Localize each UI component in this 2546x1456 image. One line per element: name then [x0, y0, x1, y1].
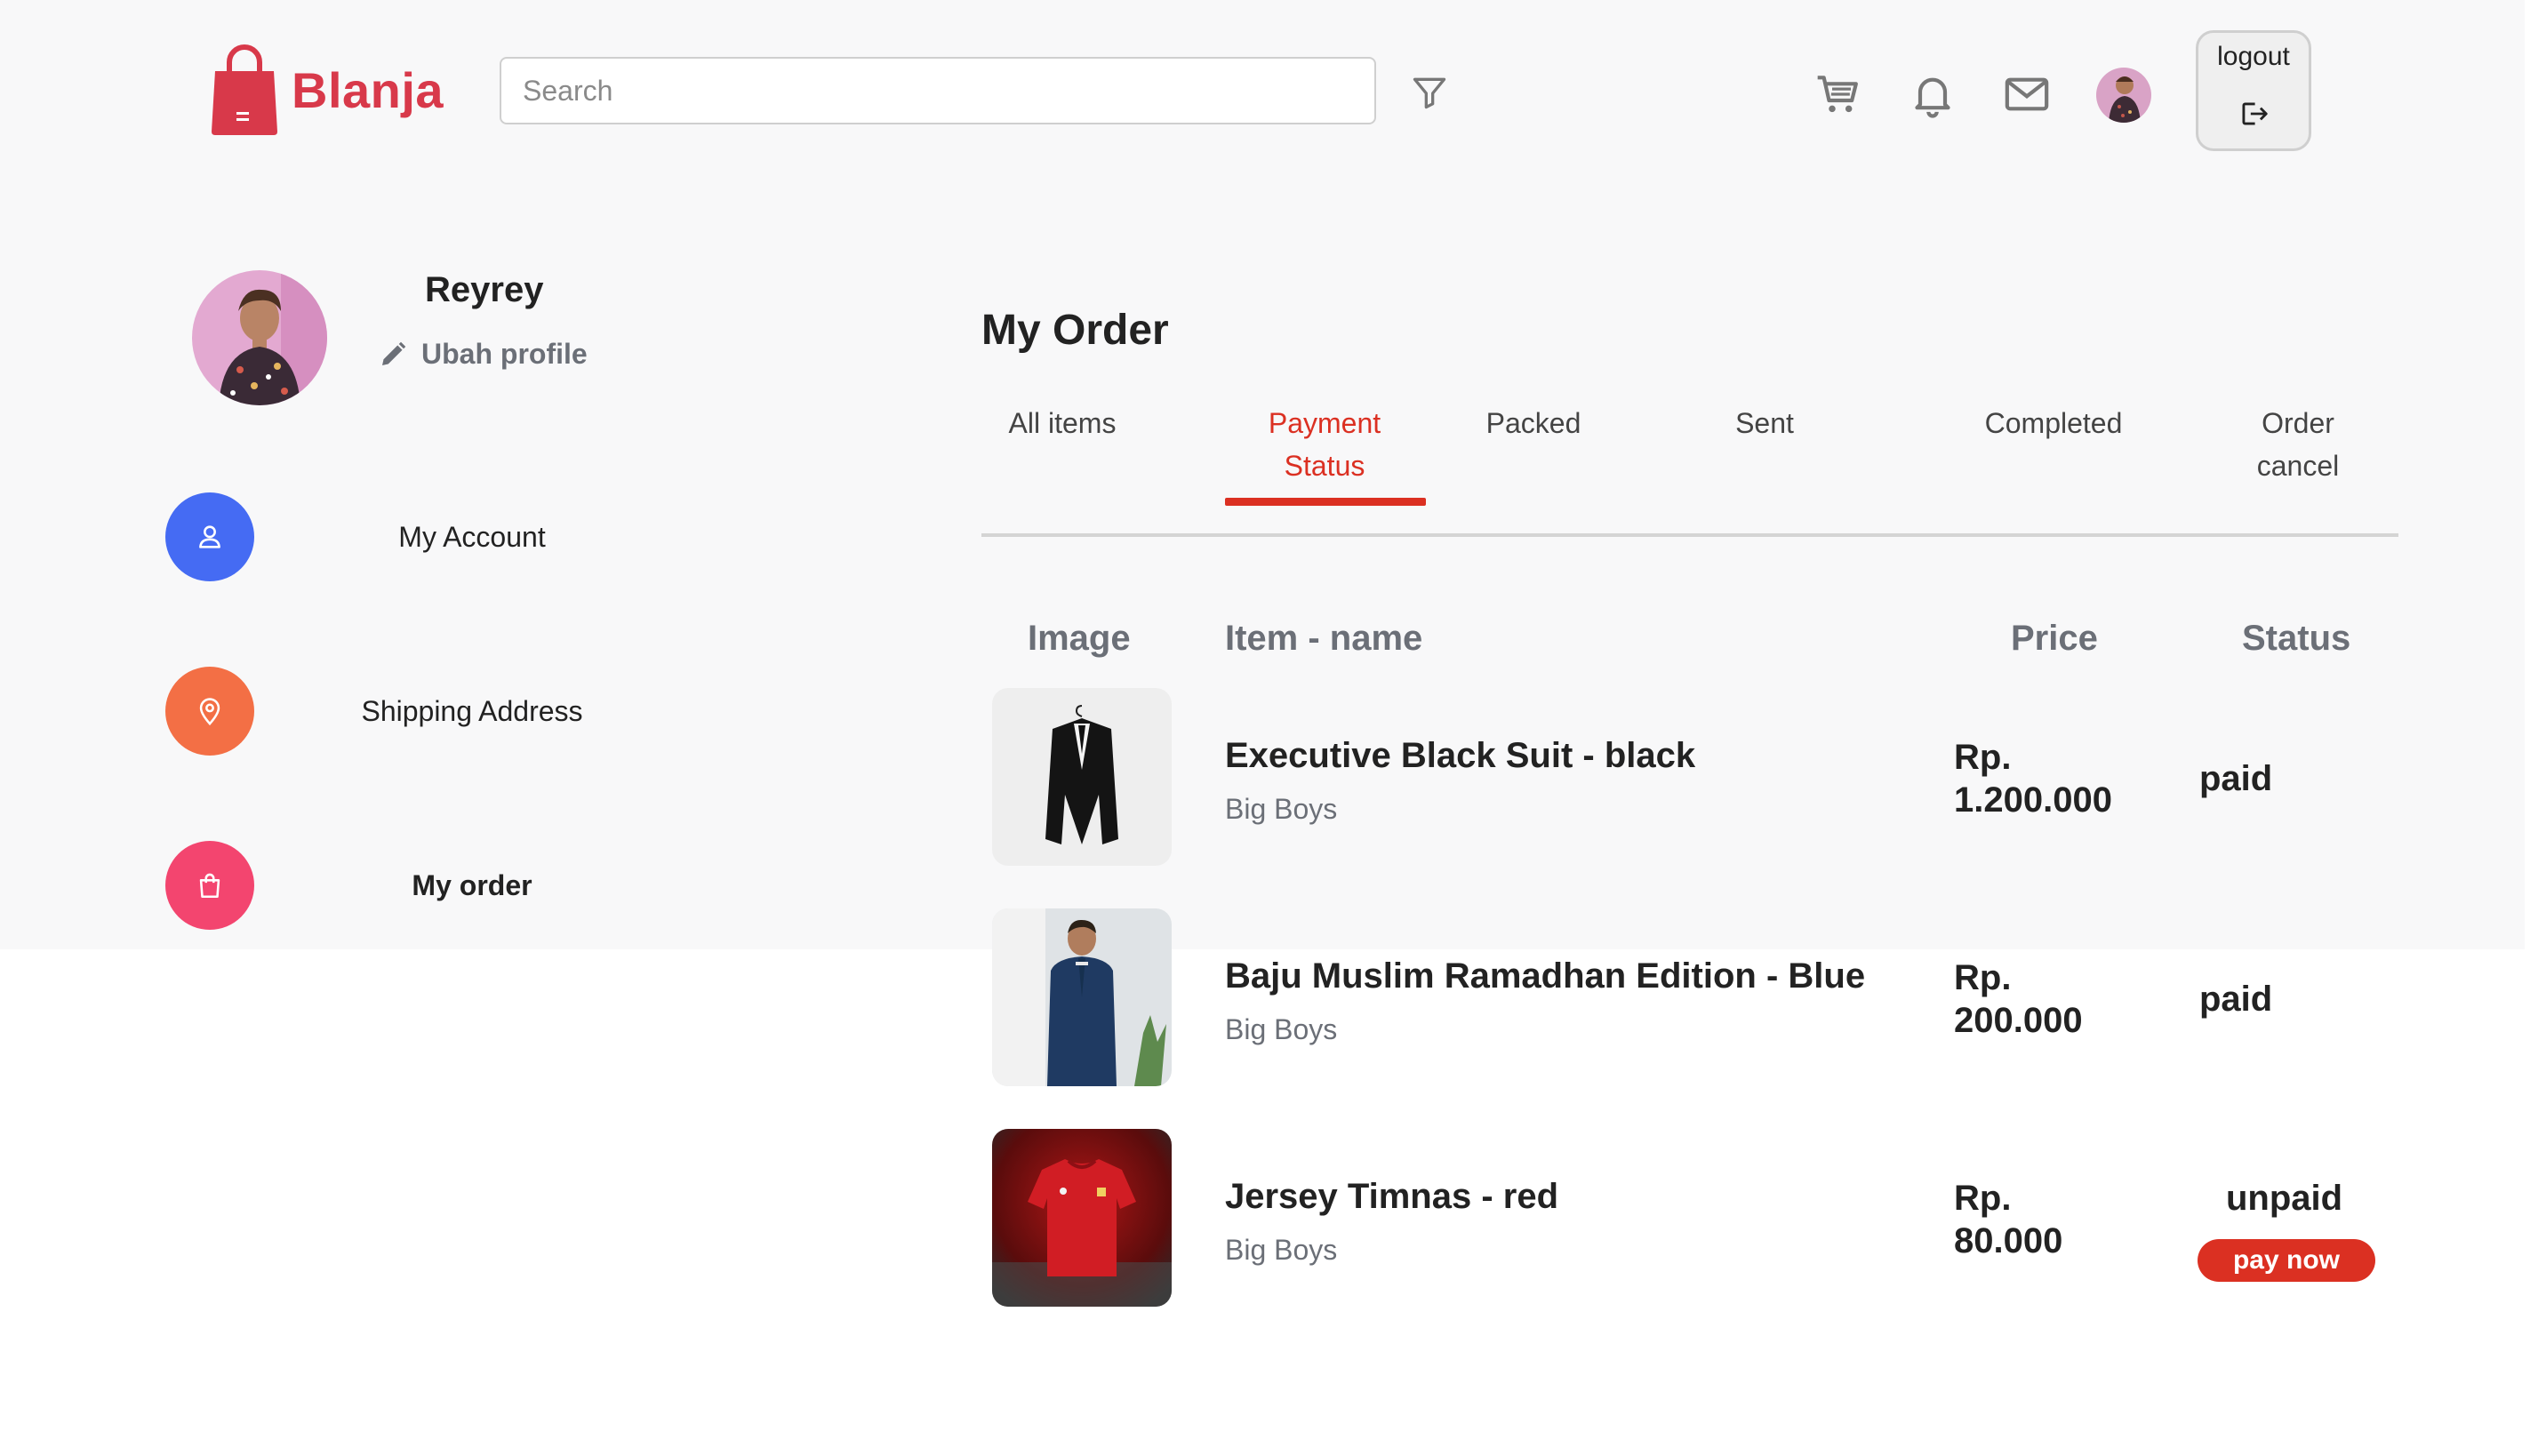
- order-item-price: Rp. 200.000: [1954, 958, 2083, 1040]
- order-item-price: Rp. 1.200.000: [1954, 738, 2112, 820]
- blue-muslim-shirt-photo[interactable]: [992, 908, 1172, 1086]
- active-tab-indicator: [1225, 498, 1426, 506]
- order-item-name[interactable]: Executive Black Suit - black: [1225, 736, 1695, 776]
- sidebar-item-label: My order: [412, 868, 532, 901]
- tab-order-cancel[interactable]: Order cancel: [2231, 402, 2365, 487]
- edit-profile-link[interactable]: Ubah profile: [377, 338, 588, 371]
- tab-sent[interactable]: Sent: [1707, 402, 1822, 444]
- order-row: Baju Muslim Ramadhan Edition - Blue Big …: [992, 908, 2397, 1086]
- logout-icon: [2242, 102, 2268, 125]
- sidebar-item-label: Shipping Address: [361, 694, 583, 727]
- column-header-image: Image: [1028, 619, 1131, 658]
- sidebar-item-my-account[interactable]: My Account: [165, 492, 645, 581]
- profile-avatar: [192, 270, 327, 405]
- column-header-item-name: Item - name: [1225, 619, 1423, 658]
- cart-icon[interactable]: [1813, 69, 1863, 119]
- column-header-status: Status: [2242, 619, 2351, 658]
- logout-button[interactable]: logout: [2196, 30, 2311, 151]
- order-status: unpaid: [2226, 1179, 2343, 1218]
- order-status: paid: [2199, 759, 2273, 798]
- column-header-price: Price: [2011, 619, 2098, 658]
- order-item-seller: Big Boys: [1225, 1013, 1338, 1045]
- order-row: Jersey Timnas - red Big Boys Rp. 80.000 …: [992, 1129, 2397, 1307]
- order-item-name[interactable]: Baju Muslim Ramadhan Edition - Blue: [1225, 956, 1865, 996]
- tabs-divider: [981, 533, 2398, 537]
- brand-name: Blanja: [292, 61, 444, 118]
- search-input[interactable]: [500, 57, 1376, 124]
- shopping-bag-logo-icon: [212, 44, 277, 135]
- pay-now-button[interactable]: pay now: [2198, 1239, 2375, 1282]
- order-item-price: Rp. 80.000: [1954, 1179, 2063, 1260]
- tab-packed[interactable]: Packed: [1476, 402, 1591, 444]
- black-suit-photo[interactable]: [992, 688, 1172, 866]
- brand-logo[interactable]: Blanja: [210, 43, 444, 137]
- tab-completed[interactable]: Completed: [1956, 402, 2151, 444]
- order-status: paid: [2199, 980, 2273, 1019]
- sidebar-item-shipping-address[interactable]: Shipping Address: [165, 667, 645, 756]
- tab-payment-status[interactable]: Payment Status: [1236, 402, 1413, 487]
- edit-profile-label: Ubah profile: [421, 338, 588, 370]
- sidebar-item-label: My Account: [398, 520, 546, 553]
- order-item-seller: Big Boys: [1225, 1234, 1338, 1266]
- tab-all-items[interactable]: All items: [1005, 402, 1120, 444]
- pencil-icon: [382, 341, 406, 365]
- red-jersey-photo[interactable]: [992, 1129, 1172, 1307]
- filter-icon[interactable]: [1410, 73, 1449, 112]
- order-item-name[interactable]: Jersey Timnas - red: [1225, 1177, 1558, 1217]
- mail-icon[interactable]: [2002, 69, 2052, 119]
- user-avatar[interactable]: [2096, 68, 2151, 123]
- bell-icon[interactable]: [1908, 69, 1958, 119]
- logout-label: logout: [2217, 42, 2290, 71]
- page-title: My Order: [981, 307, 1169, 354]
- profile-name: Reyrey: [425, 270, 544, 309]
- order-row: Executive Black Suit - black Big Boys Rp…: [992, 688, 2397, 866]
- sidebar-item-my-order[interactable]: My order: [165, 841, 645, 930]
- order-item-seller: Big Boys: [1225, 793, 1338, 825]
